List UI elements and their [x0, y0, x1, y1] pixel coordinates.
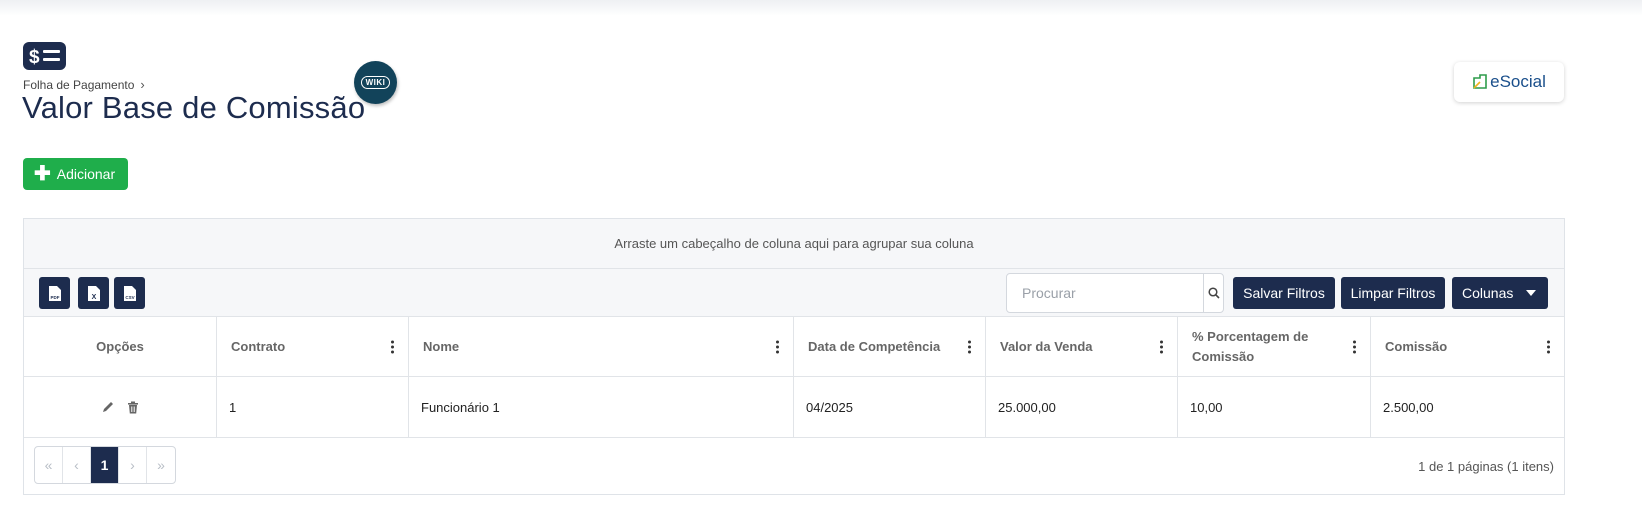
row-actions — [24, 377, 217, 437]
excel-file-icon: X — [87, 285, 100, 301]
svg-text:X: X — [91, 294, 96, 301]
column-header-porcentagem[interactable]: % Porcentagem de Comissão — [1178, 317, 1371, 376]
column-header-label: Valor da Venda — [1000, 339, 1093, 354]
cell-valor-venda: 25.000,00 — [986, 377, 1178, 437]
first-page-button[interactable]: « — [35, 447, 63, 483]
esocial-button[interactable]: eSocial — [1454, 62, 1564, 102]
column-menu-icon[interactable] — [1160, 340, 1163, 353]
export-pdf-button[interactable]: PDF — [39, 277, 70, 309]
column-menu-icon[interactable] — [391, 340, 394, 353]
grid-toolbar: PDF X CSV Salvar Filtros — [24, 269, 1564, 317]
column-header-label: Nome — [423, 339, 460, 354]
export-excel-button[interactable]: X — [78, 277, 109, 309]
search-box — [1006, 273, 1224, 313]
column-header-comissao[interactable]: Comissão — [1371, 317, 1564, 376]
column-header-valor-venda[interactable]: Valor da Venda — [986, 317, 1178, 376]
column-menu-icon[interactable] — [1547, 340, 1550, 353]
plus-icon: ✚ — [34, 163, 51, 185]
esocial-logo-icon — [1473, 74, 1487, 89]
column-header-label: Contrato — [231, 339, 286, 354]
svg-text:CSV: CSV — [125, 295, 134, 300]
data-grid: Arraste um cabeçalho de coluna aqui para… — [23, 218, 1565, 495]
add-button[interactable]: ✚ Adicionar — [23, 158, 128, 190]
trash-icon[interactable] — [127, 401, 139, 414]
page-1-button[interactable]: 1 — [91, 447, 119, 483]
cell-nome: Funcionário 1 — [409, 377, 794, 437]
group-panel[interactable]: Arraste um cabeçalho de coluna aqui para… — [24, 219, 1564, 269]
top-bar — [0, 0, 1642, 16]
last-page-button[interactable]: » — [147, 447, 175, 483]
clear-filters-button[interactable]: Limpar Filtros — [1341, 277, 1445, 309]
search-button[interactable] — [1203, 274, 1223, 312]
svg-text:PDF: PDF — [50, 295, 59, 300]
pagination: « ‹ 1 › » — [34, 446, 176, 484]
column-menu-icon[interactable] — [776, 340, 779, 353]
group-panel-hint: Arraste um cabeçalho de coluna aqui para… — [614, 236, 974, 251]
prev-page-button[interactable]: ‹ — [63, 447, 91, 483]
cell-porcentagem: 10,00 — [1178, 377, 1371, 437]
pagination-info: 1 de 1 páginas (1 itens) — [1418, 459, 1554, 474]
export-csv-button[interactable]: CSV — [114, 277, 145, 309]
table-header: Opções Contrato Nome Data de Competência… — [24, 317, 1564, 377]
add-button-label: Adicionar — [56, 166, 116, 182]
pdf-file-icon: PDF — [48, 285, 61, 301]
column-header-label: Opções — [96, 339, 144, 354]
caret-down-icon — [1526, 290, 1536, 296]
column-menu-icon[interactable] — [1353, 340, 1356, 353]
save-filters-button[interactable]: Salvar Filtros — [1233, 277, 1335, 309]
cell-contrato: 1 — [217, 377, 409, 437]
column-header-contrato[interactable]: Contrato — [217, 317, 409, 376]
column-header-opcoes[interactable]: Opções — [24, 317, 217, 376]
columns-dropdown-button[interactable]: Colunas — [1452, 277, 1548, 309]
wiki-label: WIKI — [360, 76, 391, 89]
edit-pencil-icon[interactable] — [101, 400, 115, 414]
csv-file-icon: CSV — [123, 285, 136, 301]
cell-data-competencia: 04/2025 — [794, 377, 986, 437]
column-header-data-competencia[interactable]: Data de Competência — [794, 317, 986, 376]
column-header-label: % Porcentagem de Comissão — [1192, 328, 1309, 364]
table-row[interactable]: 1 Funcionário 1 04/2025 25.000,00 10,00 … — [24, 377, 1564, 438]
svg-text:$: $ — [29, 47, 40, 66]
search-icon — [1207, 287, 1220, 299]
column-header-nome[interactable]: Nome — [409, 317, 794, 376]
esocial-label: eSocial — [1490, 72, 1546, 91]
page-title: Valor Base de Comissão — [22, 90, 366, 125]
money-list-icon: $ — [23, 42, 66, 70]
column-header-label: Comissão — [1385, 339, 1448, 354]
column-menu-icon[interactable] — [968, 340, 971, 353]
wiki-button[interactable]: WIKI — [354, 61, 397, 104]
cell-comissao: 2.500,00 — [1383, 399, 1434, 415]
search-input[interactable] — [1007, 274, 1203, 312]
next-page-button[interactable]: › — [119, 447, 147, 483]
column-header-label: Data de Competência — [808, 339, 941, 354]
columns-label: Colunas — [1462, 285, 1514, 301]
